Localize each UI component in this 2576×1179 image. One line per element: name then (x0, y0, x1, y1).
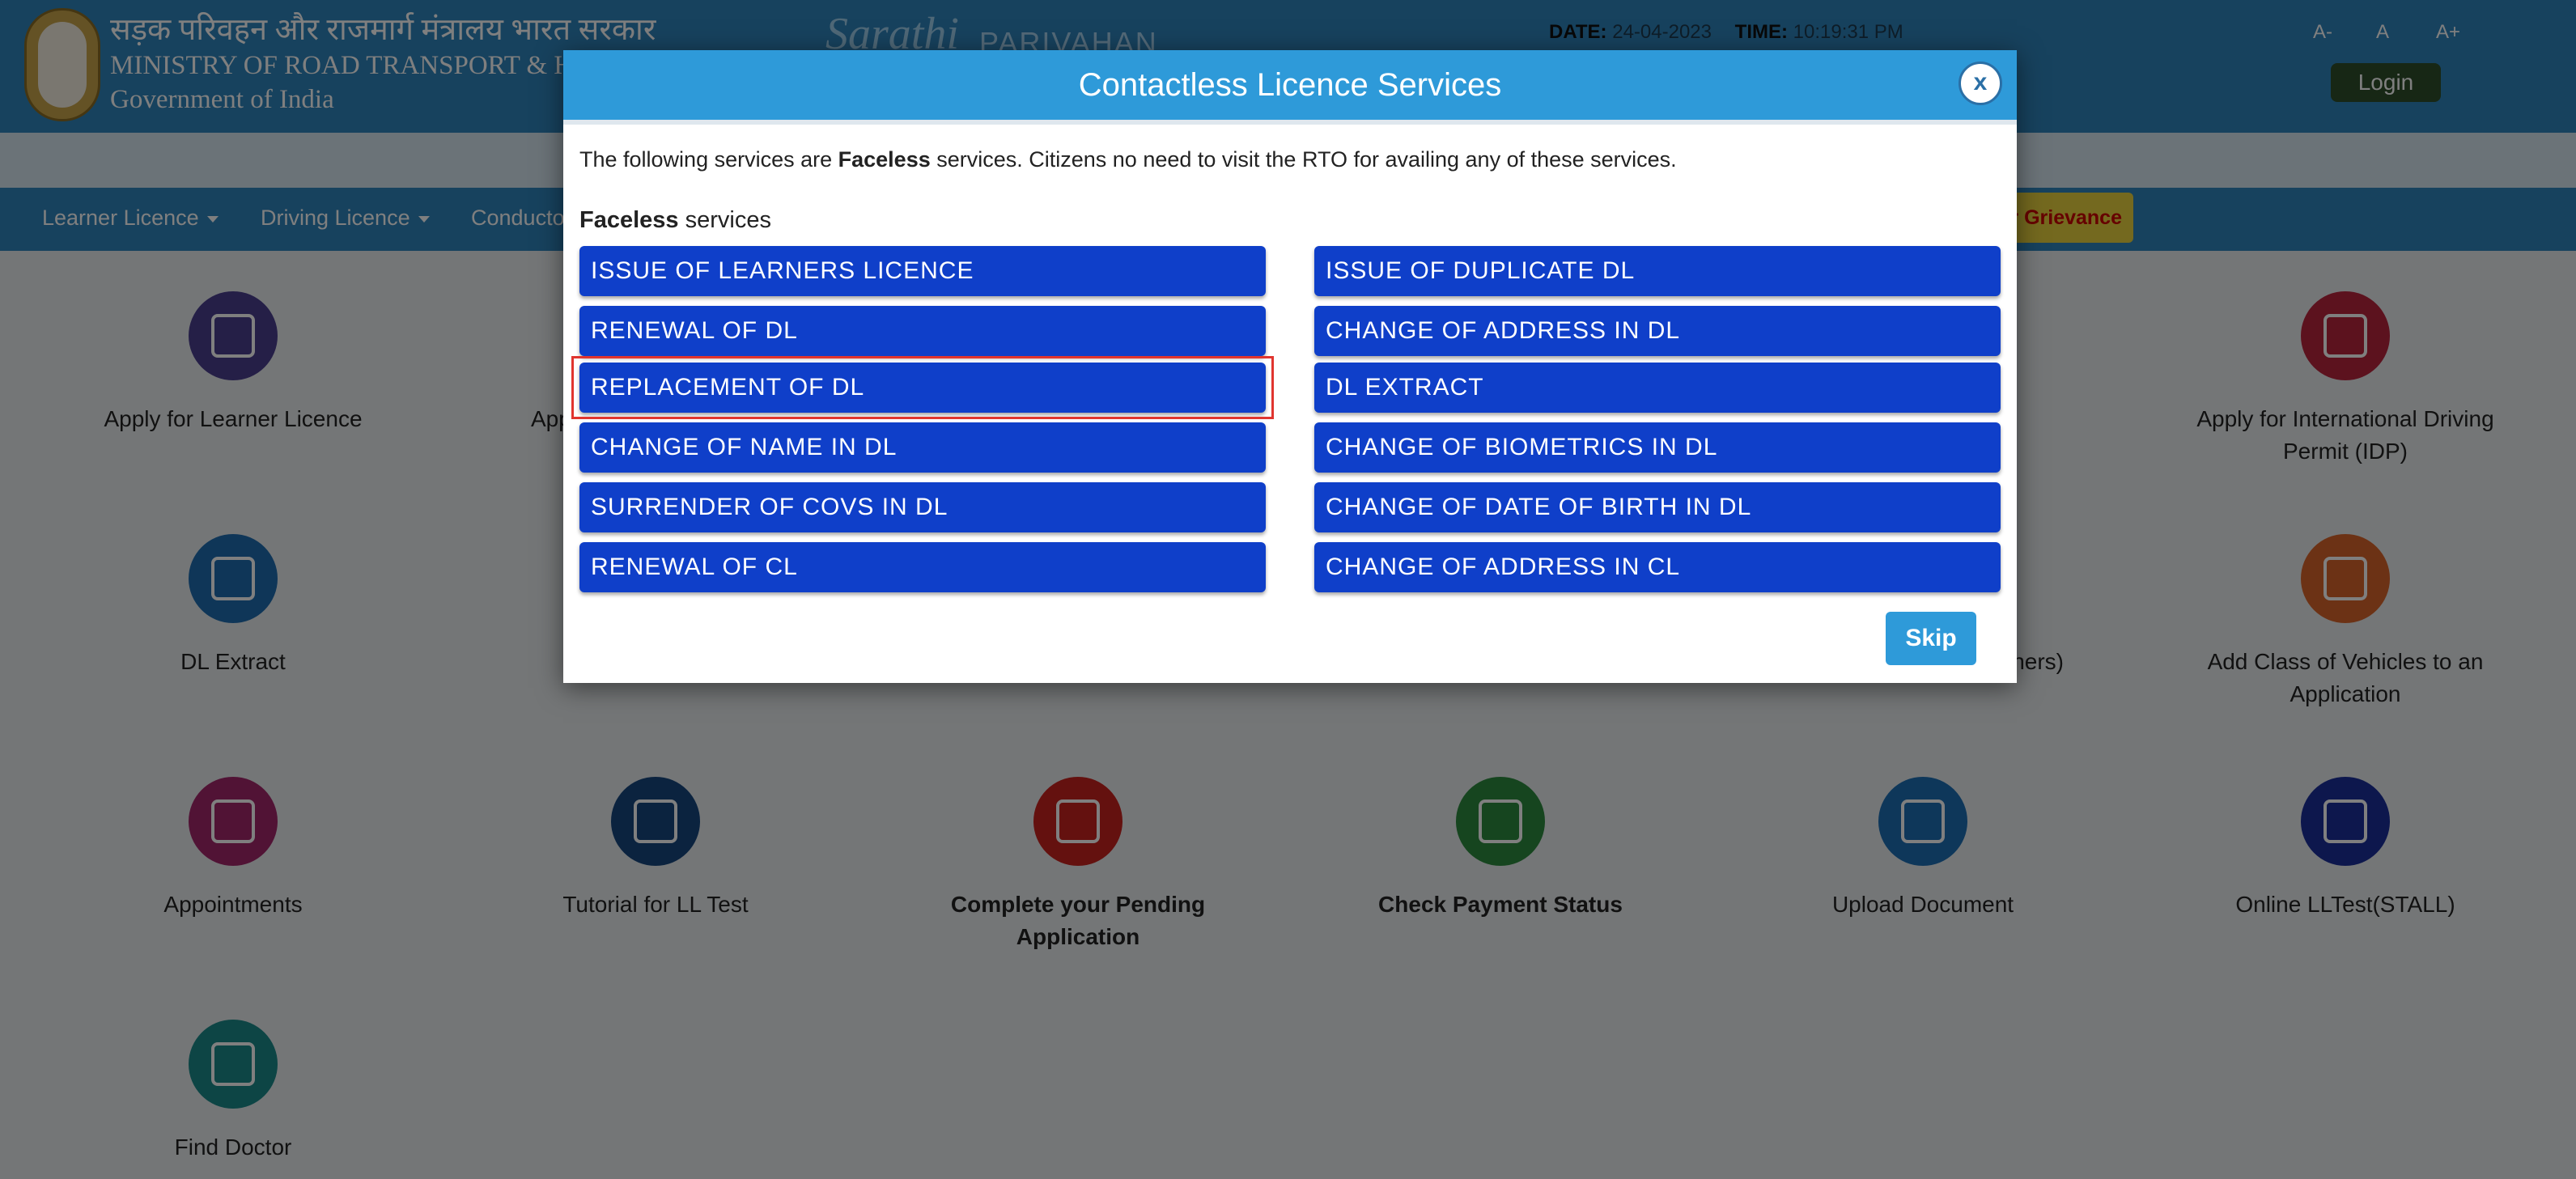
contactless-services-modal: Contactless Licence Services x The follo… (563, 50, 2017, 683)
intro-prefix: The following services are (579, 147, 838, 172)
service-button-dl-extract[interactable]: DL EXTRACT (1314, 363, 2001, 413)
skip-button[interactable]: Skip (1886, 612, 1976, 665)
service-button-change-of-address-in-cl[interactable]: CHANGE OF ADDRESS IN CL (1314, 542, 2001, 592)
service-button-surrender-of-covs-in-dl[interactable]: SURRENDER OF COVS IN DL (579, 482, 1266, 532)
faceless-heading-rest: services (678, 207, 771, 233)
service-button-change-of-date-of-birth-in-dl[interactable]: CHANGE OF DATE OF BIRTH IN DL (1314, 482, 2001, 532)
service-button-renewal-of-cl[interactable]: RENEWAL OF CL (579, 542, 1266, 592)
faceless-heading: Faceless services (579, 207, 771, 234)
intro-suffix: services. Citizens no need to visit the … (930, 147, 1677, 172)
service-button-change-of-address-in-dl[interactable]: CHANGE OF ADDRESS IN DL (1314, 306, 2001, 356)
service-button-change-of-biometrics-in-dl[interactable]: CHANGE OF BIOMETRICS IN DL (1314, 422, 2001, 473)
modal-header: Contactless Licence Services x (563, 50, 2017, 120)
service-button-renewal-of-dl[interactable]: RENEWAL OF DL (579, 306, 1266, 356)
divider (563, 120, 2017, 125)
service-button-change-of-name-in-dl[interactable]: CHANGE OF NAME IN DL (579, 422, 1266, 473)
modal-intro: The following services are Faceless serv… (579, 147, 1677, 172)
intro-bold: Faceless (838, 147, 931, 172)
service-button-issue-of-duplicate-dl[interactable]: ISSUE OF DUPLICATE DL (1314, 246, 2001, 296)
service-button-issue-learners-licence[interactable]: ISSUE OF LEARNERS LICENCE (579, 246, 1266, 296)
faceless-heading-bold: Faceless (579, 207, 679, 233)
modal-title: Contactless Licence Services (1078, 67, 1502, 103)
selection-highlight-box (571, 356, 1274, 419)
close-icon[interactable]: x (1959, 61, 2002, 105)
